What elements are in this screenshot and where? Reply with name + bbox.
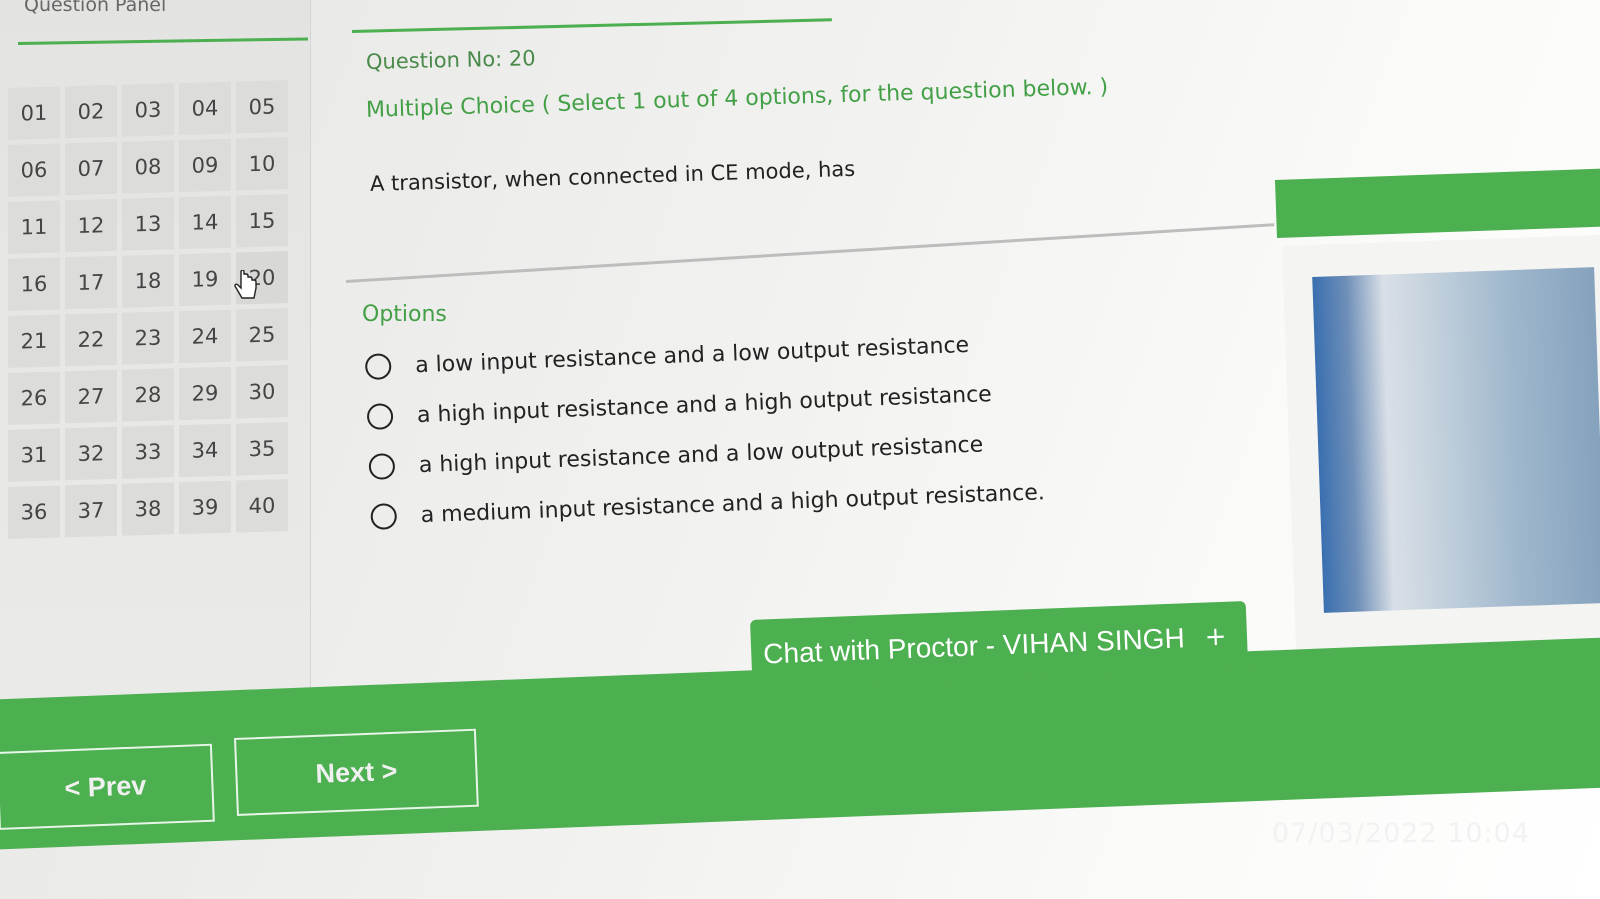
question-number-button[interactable]: 09: [179, 138, 231, 193]
question-number-button[interactable]: 33: [122, 425, 174, 479]
question-number-button[interactable]: 32: [65, 426, 117, 481]
question-text: A transistor, when connected in CE mode,…: [369, 156, 856, 196]
question-type: Multiple Choice ( Select 1 out of 4 opti…: [365, 74, 1109, 123]
webcam-feed: [1312, 267, 1600, 613]
radio-button[interactable]: [366, 403, 394, 431]
question-number-button[interactable]: 12: [65, 198, 117, 253]
question-number-button[interactable]: 03: [122, 83, 174, 137]
radio-button[interactable]: [370, 503, 398, 530]
question-number-button[interactable]: 34: [179, 423, 231, 478]
options-list: a low input resistance and a low output …: [364, 317, 1045, 542]
question-number-button[interactable]: 16: [8, 257, 60, 311]
question-number-button[interactable]: 40: [236, 479, 288, 533]
panel-divider: [17, 37, 308, 45]
question-number-button[interactable]: 26: [8, 371, 60, 425]
option-text: a high input resistance and a low output…: [418, 431, 984, 478]
radio-button[interactable]: [364, 353, 392, 381]
header-divider: [351, 18, 832, 33]
question-number-button[interactable]: 14: [179, 195, 231, 250]
question-number-button[interactable]: 22: [65, 312, 117, 367]
question-number-button[interactable]: 05: [236, 80, 288, 134]
question-number-button[interactable]: 30: [236, 365, 288, 419]
question-number-button[interactable]: 02: [65, 84, 117, 139]
question-number-button[interactable]: 19: [179, 252, 231, 307]
exam-screen: Question Panel 01 02 03 04 05 06 07 08 09 10 11 12 1…: [0, 0, 1600, 899]
question-number-button[interactable]: 31: [8, 428, 60, 482]
next-button[interactable]: Next >: [234, 728, 479, 816]
question-number-button[interactable]: 11: [8, 200, 60, 254]
question-number-button[interactable]: 15: [236, 194, 288, 248]
option-text: a low input resistance and a low output …: [414, 332, 970, 378]
question-number-button[interactable]: 21: [8, 314, 60, 368]
plus-icon: +: [1204, 621, 1228, 653]
radio-button[interactable]: [368, 453, 396, 480]
question-number-button[interactable]: 36: [8, 485, 60, 539]
question-number-button[interactable]: 23: [122, 311, 174, 365]
webcam-header: [1274, 168, 1600, 238]
question-number-button[interactable]: 27: [65, 369, 117, 424]
question-divider: [345, 223, 1275, 283]
question-number-button[interactable]: 25: [236, 308, 288, 362]
question-number-button[interactable]: 18: [122, 254, 174, 308]
question-number-button[interactable]: 37: [65, 483, 117, 538]
question-number-button[interactable]: 28: [122, 368, 174, 422]
options-label: Options: [362, 302, 447, 327]
panel-title: Question Panel: [24, 0, 167, 16]
question-number-button[interactable]: 17: [65, 255, 117, 310]
chat-label: Chat with Proctor - VIHAN SINGH: [762, 622, 1186, 670]
option-text: a high input resistance and a high outpu…: [416, 381, 993, 428]
question-number-button[interactable]: 04: [179, 81, 231, 136]
question-number-button[interactable]: 01: [8, 86, 60, 140]
question-number-button[interactable]: 39: [179, 480, 231, 535]
question-number-button[interactable]: 07: [65, 141, 117, 196]
photo-timestamp: 07/03/2022 10:04: [1272, 818, 1531, 849]
question-number-button[interactable]: 38: [122, 482, 174, 536]
question-number-button[interactable]: 35: [236, 422, 288, 476]
question-number-button[interactable]: 13: [122, 197, 174, 251]
question-panel: Question Panel 01 02 03 04 05 06 07 08 09 10 11 12 1…: [0, 0, 311, 760]
question-grid: 01 02 03 04 05 06 07 08 09 10 11 12 13 14 15 16 17 18 19 20…: [8, 80, 288, 539]
prev-button[interactable]: < Prev: [0, 743, 215, 830]
option-text: a medium input resistance and a high out…: [420, 479, 1046, 528]
question-number-button[interactable]: 24: [179, 309, 231, 364]
question-number-button[interactable]: 10: [236, 137, 288, 191]
question-number: Question No: 20: [365, 46, 536, 74]
hand-cursor-icon: [234, 270, 257, 299]
question-number-button[interactable]: 29: [179, 366, 231, 421]
question-number-button[interactable]: 08: [122, 140, 174, 194]
question-number-button[interactable]: 06: [8, 143, 60, 197]
